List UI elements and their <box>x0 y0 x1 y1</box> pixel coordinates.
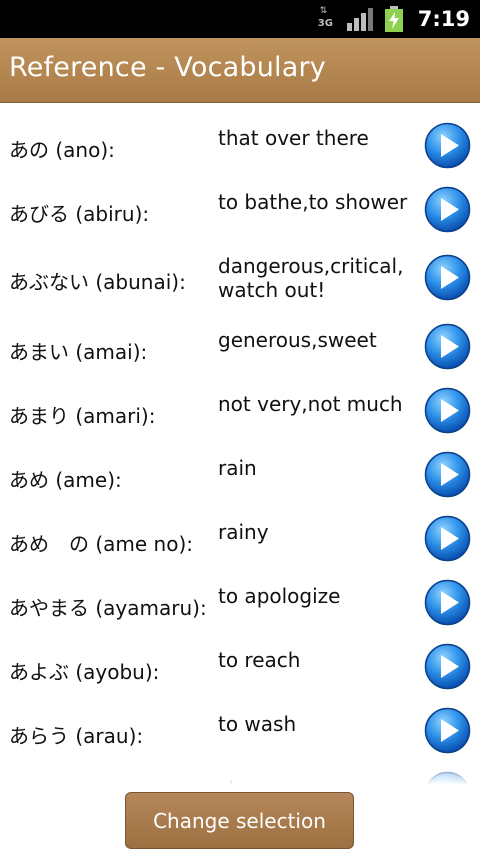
vocab-meaning: to apologize <box>218 584 341 608</box>
vocab-meaning: dangerous,critical, watch out! <box>218 254 404 302</box>
play-audio-button[interactable] <box>424 323 471 370</box>
vocab-term: あやまる (ayamaru): <box>9 596 207 620</box>
vocab-term: あめ の (ame no): <box>9 532 194 556</box>
vocab-meaning: not very,not much <box>218 392 403 416</box>
list-item: あぶない (abunai): dangerous,critical, watch… <box>0 244 480 324</box>
vocab-meaning: to bathe,to shower <box>218 190 408 214</box>
vocab-term: あよぶ (ayobu): <box>9 660 160 684</box>
status-bar: ⇅ 3G 7:19 <box>0 0 480 38</box>
play-audio-button[interactable] <box>424 707 471 754</box>
play-audio-icon <box>424 122 471 169</box>
vocab-term: あぶない (abunai): <box>9 270 186 294</box>
play-audio-icon <box>424 707 471 754</box>
vocab-term: あびる (abiru): <box>9 202 150 226</box>
play-audio-icon <box>424 186 471 233</box>
list-item: あまり (amari): not very,not much <box>0 387 480 452</box>
list-item: あらう (arau): to wash <box>0 707 480 772</box>
list-item: あめ (ame): rain <box>0 451 480 516</box>
battery-charging-icon <box>384 6 403 32</box>
play-audio-icon <box>426 771 469 785</box>
signal-strength-icon <box>346 8 373 31</box>
list-item: あよぶ (ayobu): to reach <box>0 643 480 708</box>
list-item: あめ の (ame no): rainy <box>0 515 480 580</box>
play-audio-button[interactable] <box>424 579 471 626</box>
play-audio-button[interactable] <box>424 451 471 498</box>
network-type-label: 3G <box>317 18 333 29</box>
vocab-meaning: rain <box>218 456 257 480</box>
vocab-meaning: that over there <box>218 126 369 150</box>
transfer-arrows-icon: ⇅ <box>319 6 328 16</box>
vocab-term: あまい (amai): <box>9 340 148 364</box>
vocab-meaning: to wash <box>218 712 297 736</box>
list-item: あの (ano): that over there <box>0 116 480 180</box>
title-bar: Reference - Vocabulary <box>0 38 480 103</box>
list-item: あまい (amai): generous,sweet <box>0 323 480 388</box>
list-item: storm <box>0 771 480 785</box>
list-item: あびる (abiru): to bathe,to shower <box>0 180 480 244</box>
data-transfer-icon: ⇅ 3G <box>318 6 336 32</box>
play-audio-icon <box>424 579 471 626</box>
vocabulary-list[interactable]: あの (ano): that over there あびる (abiru): t… <box>0 103 480 785</box>
play-audio-button[interactable] <box>424 771 471 785</box>
play-audio-button[interactable] <box>424 254 471 301</box>
vocab-term: あまり (amari): <box>9 404 156 428</box>
vocab-meaning: to reach <box>218 648 301 672</box>
play-audio-button[interactable] <box>424 122 471 169</box>
play-audio-button[interactable] <box>424 643 471 690</box>
vocab-term: あらう (arau): <box>9 724 144 748</box>
play-audio-icon <box>424 515 471 562</box>
list-item: あやまる (ayamaru): to apologize <box>0 579 480 644</box>
play-audio-button[interactable] <box>424 387 471 434</box>
play-audio-icon <box>424 451 471 498</box>
play-audio-icon <box>424 387 471 434</box>
play-audio-button[interactable] <box>424 186 471 233</box>
page-title: Reference - Vocabulary <box>9 52 326 83</box>
vocab-meaning: rainy <box>218 520 269 544</box>
vocab-term: あの (ano): <box>9 138 115 162</box>
status-clock: 7:19 <box>417 7 470 31</box>
play-audio-icon <box>424 254 471 301</box>
vocab-meaning: generous,sweet <box>218 328 377 352</box>
play-audio-button[interactable] <box>424 515 471 562</box>
vocab-term: あめ (ame): <box>9 468 122 492</box>
status-icons: ⇅ 3G 7:19 <box>318 0 470 38</box>
play-audio-icon <box>424 323 471 370</box>
vocab-meaning: storm <box>218 776 418 785</box>
change-selection-button[interactable]: Change selection <box>125 792 354 849</box>
play-audio-icon <box>424 643 471 690</box>
